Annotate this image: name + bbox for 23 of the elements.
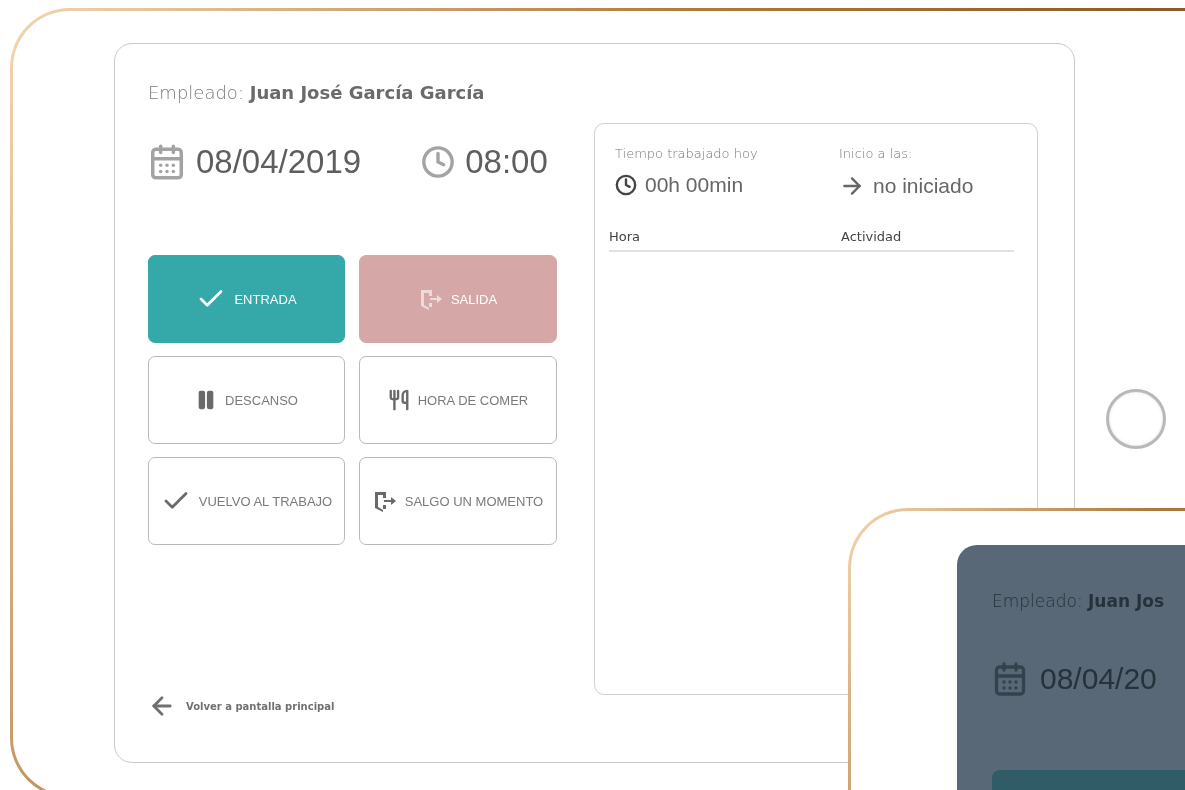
action-button[interactable]: ENTRADA (148, 255, 345, 343)
worked-label: Tiempo trabajado hoy (615, 146, 759, 161)
start-label: Inicio a las: (839, 146, 914, 161)
employee-name: Empleado: Juan José García García (148, 82, 486, 103)
action-button[interactable]: VUELVO AL TRABAJO (148, 457, 345, 545)
action-button[interactable]: SALGO UN MOMENTO (359, 457, 557, 545)
worked-time: 00h 00min (645, 173, 744, 197)
action-button[interactable]: DESCANSO (148, 356, 345, 444)
back-link[interactable]: Volver a pantalla principal (148, 692, 335, 720)
column-header: Hora (609, 229, 642, 244)
column-header: Actividad (841, 229, 903, 244)
date-text: 08/04/2019 (196, 143, 362, 181)
calendar-icon (992, 661, 1028, 697)
door-exit-icon (372, 490, 397, 512)
clock-icon (421, 145, 456, 179)
date-text: 08/04/20 (1040, 662, 1157, 696)
cutlery-icon (387, 389, 410, 411)
calendar-icon (148, 143, 186, 181)
action-button[interactable]: HORA DE COMER (359, 356, 557, 444)
start-time: no iniciado (873, 174, 974, 198)
door-exit-icon (418, 288, 443, 310)
clock-icon (615, 174, 637, 196)
time-text: 08:00 (465, 143, 548, 181)
